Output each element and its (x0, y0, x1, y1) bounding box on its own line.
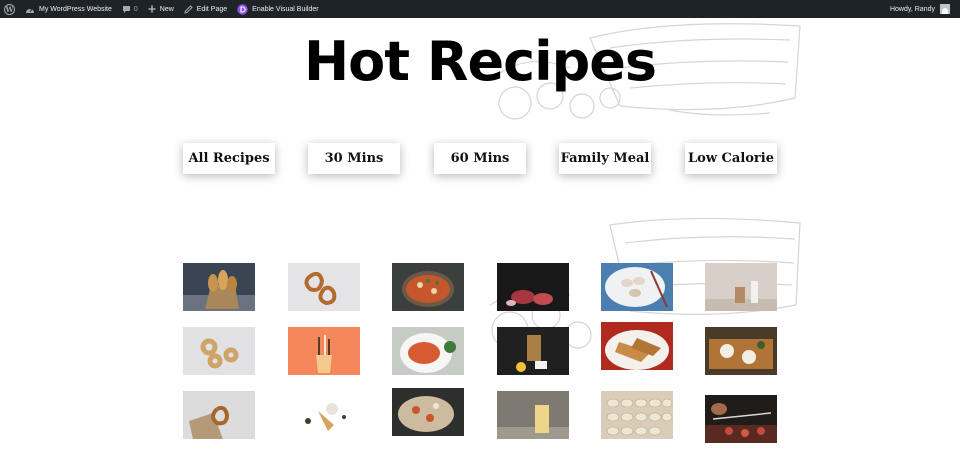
filter-60-mins[interactable]: 60 Mins (434, 143, 526, 174)
avatar (940, 4, 950, 14)
edit-page-link[interactable]: Edit Page (179, 0, 232, 18)
recipe-image-desserts-board[interactable] (705, 327, 777, 375)
recipe-image-pizza[interactable] (392, 263, 464, 311)
filter-all-recipes[interactable]: All Recipes (183, 143, 275, 174)
account-menu[interactable]: Howdy, Randy (885, 0, 960, 18)
filter-30-mins[interactable]: 30 Mins (308, 143, 400, 174)
recipe-image-chicken-plate[interactable] (601, 322, 673, 370)
recipe-image-ice-cream-cones[interactable] (288, 391, 360, 439)
recipe-image-cookies[interactable] (705, 263, 777, 311)
recipe-image-skewers[interactable] (705, 395, 777, 443)
site-name-link[interactable]: My WordPress Website (20, 0, 117, 18)
new-content-link[interactable]: New (143, 0, 179, 18)
divi-icon (237, 3, 248, 15)
recipe-image-ice-cream-cups[interactable] (288, 327, 360, 375)
wordpress-menu[interactable]: W (0, 0, 20, 18)
recipe-image-pizza-slices[interactable] (392, 388, 464, 436)
comments-link[interactable]: 0 (117, 0, 143, 18)
filter-low-calorie[interactable]: Low Calorie (685, 143, 777, 174)
recipe-image-pretzels[interactable] (288, 263, 360, 311)
recipe-image-pretzel-paper[interactable] (183, 391, 255, 439)
recipe-image-drink[interactable] (497, 327, 569, 375)
edit-page-label: Edit Page (196, 5, 228, 13)
wordpress-logo-icon: W (4, 3, 15, 15)
new-label: New (159, 5, 174, 13)
svg-text:W: W (5, 5, 14, 14)
recipe-image-dumplings-plate[interactable] (601, 263, 673, 311)
pencil-icon (184, 4, 193, 14)
greeting: Howdy, Randy (889, 5, 935, 13)
recipe-image-bagels[interactable] (183, 327, 255, 375)
recipe-image-pasta[interactable] (392, 327, 464, 375)
recipe-image-bread-rolls[interactable] (183, 263, 255, 311)
filter-family-meal[interactable]: Family Meal (559, 143, 651, 174)
visual-builder-label: Enable Visual Builder (252, 5, 319, 13)
dashboard-icon (26, 7, 34, 13)
recipe-image-raw-meat[interactable] (497, 263, 569, 311)
visual-builder-link[interactable]: Enable Visual Builder (232, 0, 323, 18)
recipe-image-lemonade[interactable] (497, 391, 569, 439)
recipe-image-dumplings-rows[interactable] (601, 391, 673, 439)
comment-icon (122, 5, 130, 13)
page-title: Hot Recipes (303, 30, 657, 93)
comments-count: 0 (133, 5, 138, 13)
admin-bar: W My WordPress Website 0 New Edit Page E… (0, 0, 960, 18)
site-name: My WordPress Website (39, 5, 112, 13)
plus-icon (148, 5, 156, 13)
